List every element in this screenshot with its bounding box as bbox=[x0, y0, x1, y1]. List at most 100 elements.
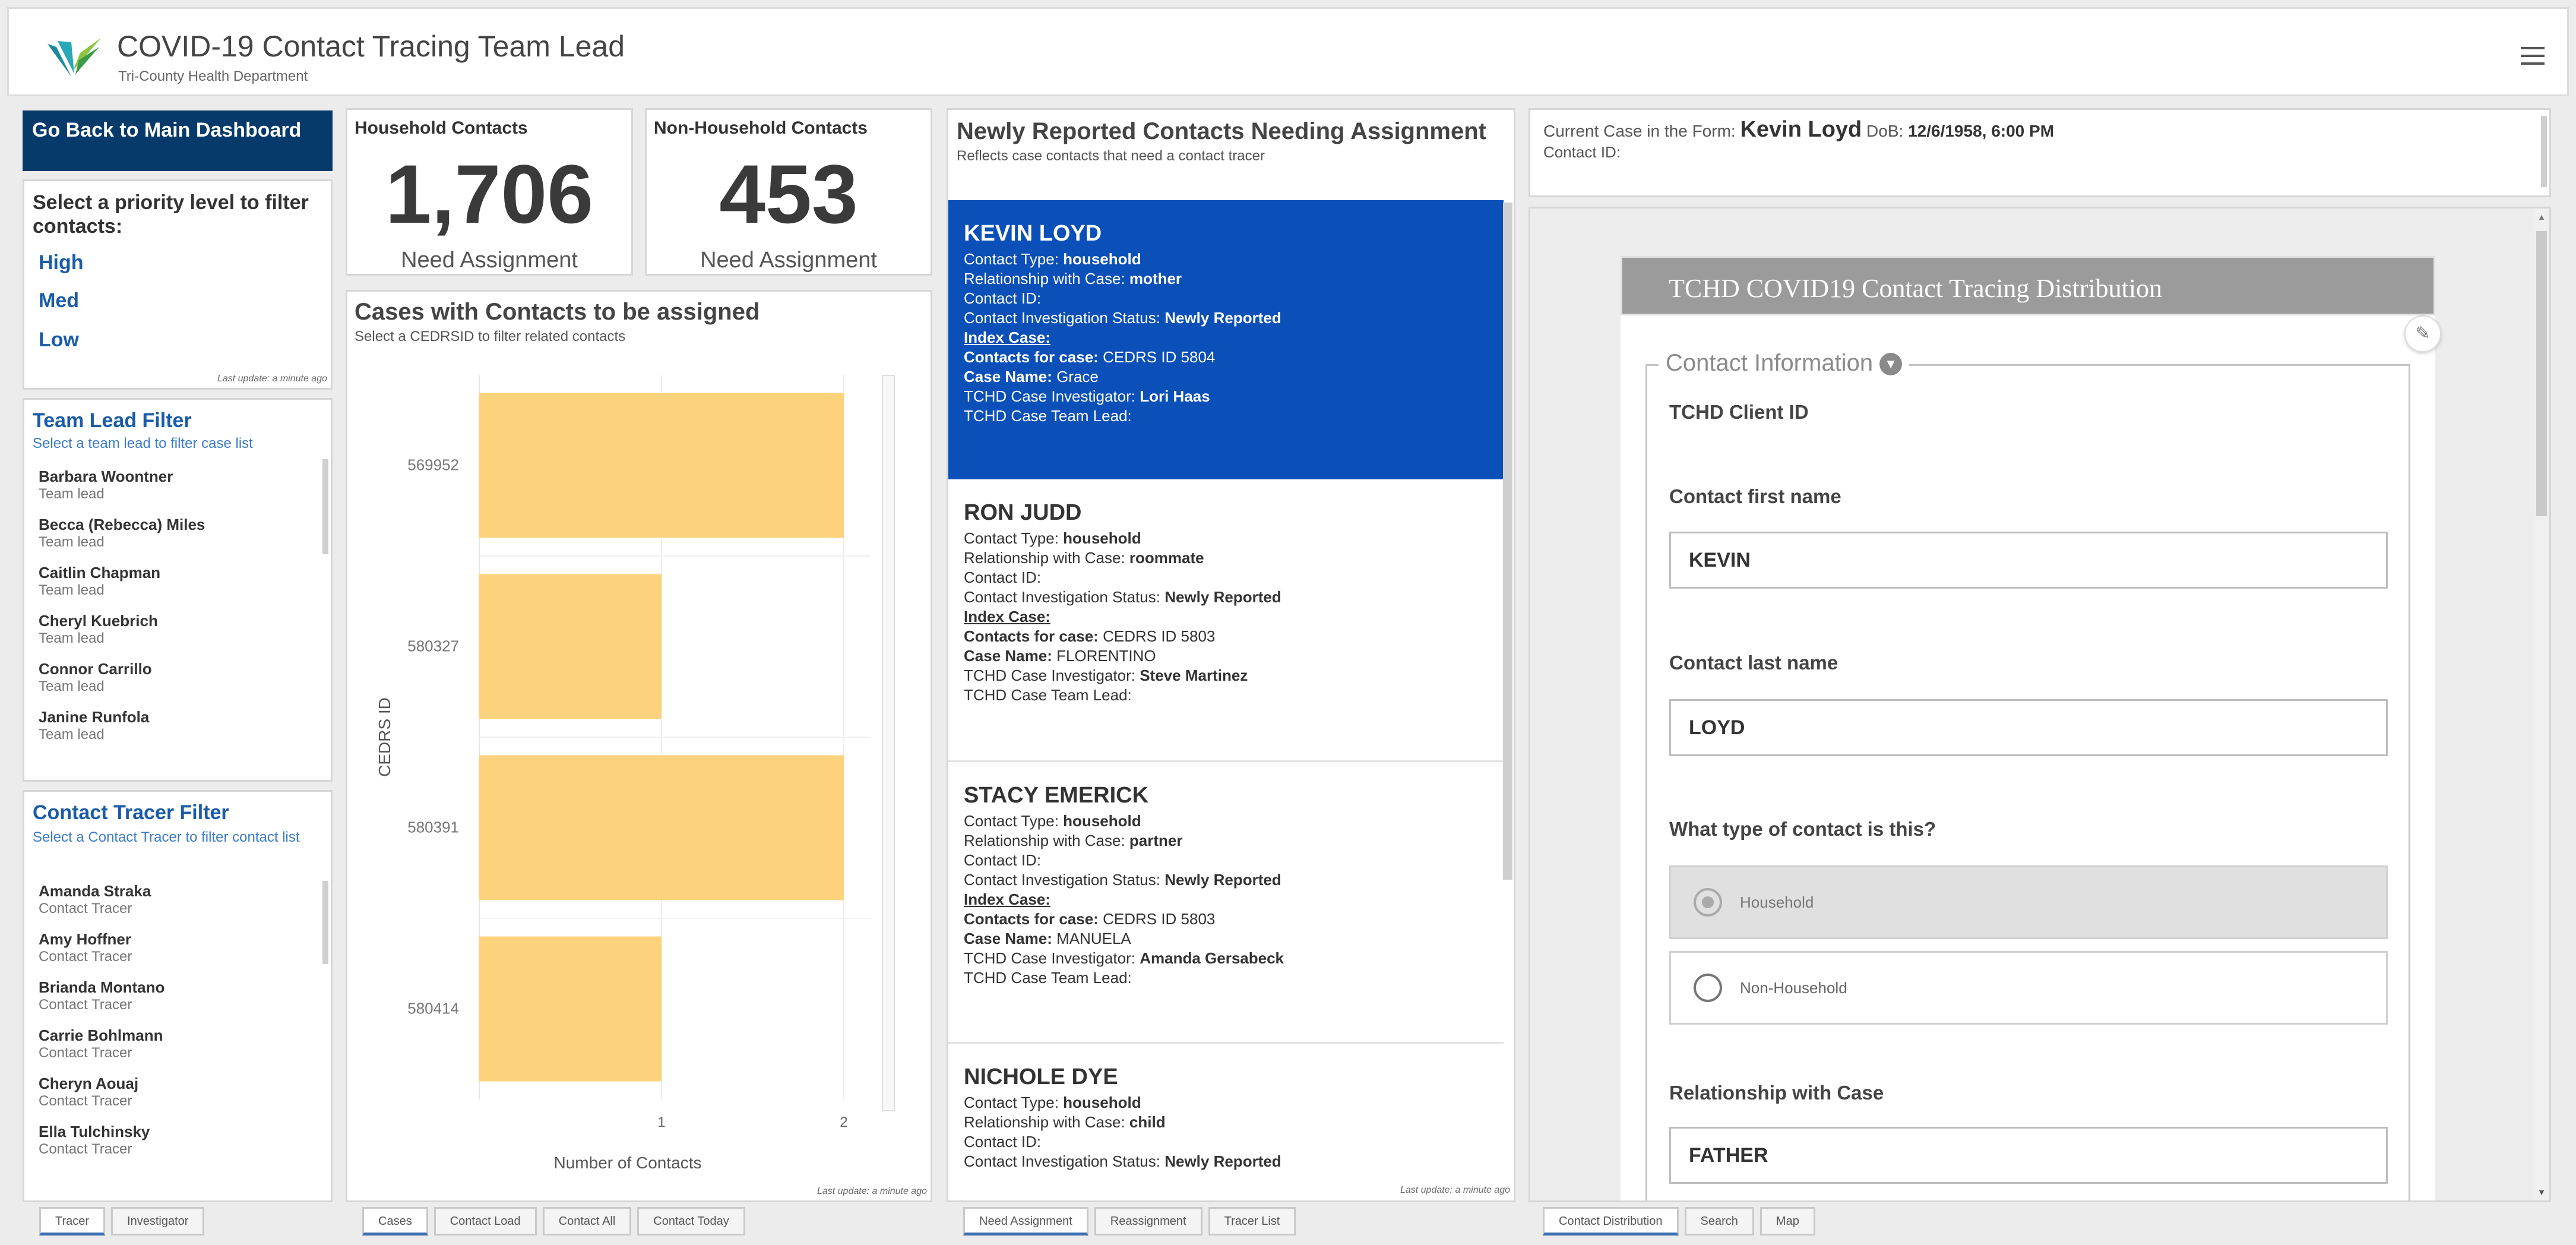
current-case-name: Kevin Loyd bbox=[1740, 117, 1862, 142]
scroll-up-arrow-icon[interactable]: ▲ bbox=[2534, 212, 2549, 222]
index-case-link[interactable]: Index Case: bbox=[964, 890, 1488, 909]
indicator-label: Need Assignment bbox=[700, 248, 877, 273]
tab-contact-all[interactable]: Contact All bbox=[542, 1207, 632, 1235]
y-tick-label: 580327 bbox=[407, 637, 459, 655]
chart-scrollbar[interactable] bbox=[882, 375, 895, 1111]
contact-name: KEVIN LOYD bbox=[964, 221, 1102, 246]
chart-bar bbox=[479, 393, 844, 538]
contact-card[interactable]: STACY EMERICK Contact Type: household Re… bbox=[948, 762, 1504, 1044]
contact-card[interactable]: RON JUDD Contact Type: household Relatio… bbox=[948, 479, 1504, 762]
back-button-label: Go Back to Main Dashboard bbox=[32, 119, 302, 141]
tab-map[interactable]: Map bbox=[1759, 1207, 1815, 1235]
tracer-filter-title: Contact Tracer Filter bbox=[33, 801, 229, 824]
contact-status-line: Contact Investigation Status: Newly Repo… bbox=[964, 1152, 1281, 1170]
household-contacts-indicator: Household Contacts 1,706 Need Assignment bbox=[346, 108, 633, 276]
tab-cases[interactable]: Cases bbox=[362, 1207, 428, 1235]
tab-contact-today[interactable]: Contact Today bbox=[637, 1207, 745, 1235]
index-case-link[interactable]: Index Case: bbox=[964, 607, 1488, 627]
relationship-field[interactable]: FATHER bbox=[1669, 1127, 2388, 1184]
team-lead-item[interactable]: Cheryl Kuebrich Team lead bbox=[39, 605, 324, 653]
priority-item-med[interactable]: Med bbox=[39, 289, 79, 312]
tracer-role: Contact Tracer bbox=[39, 1045, 132, 1061]
tracer-filter-subtitle: Select a Contact Tracer to filter contac… bbox=[33, 829, 300, 845]
index-case-link[interactable]: Index Case: bbox=[964, 328, 1488, 347]
team-lead-name: Caitlin Chapman bbox=[39, 564, 161, 582]
team-lead-item[interactable]: Barbara Woontner Team lead bbox=[39, 460, 324, 508]
section-title: Contact Information bbox=[1666, 350, 1874, 376]
form-scrollbar[interactable]: ▲ ▼ bbox=[2534, 208, 2549, 1200]
team-lead-filter-panel: Team Lead Filter Select a team lead to f… bbox=[23, 398, 333, 782]
team-lead-item[interactable]: Janine Runfola Team lead bbox=[39, 701, 324, 749]
first-name-field[interactable]: KEVIN bbox=[1669, 532, 2388, 589]
contact-id-line: Contact ID: bbox=[964, 568, 1042, 586]
tracer-name: Carrie Bohlmann bbox=[39, 1026, 163, 1044]
tab-tracer[interactable]: Tracer bbox=[39, 1207, 106, 1235]
team-lead-item[interactable]: Caitlin Chapman Team lead bbox=[39, 557, 324, 605]
contact-status-line: Contact Investigation Status: Newly Repo… bbox=[964, 871, 1281, 889]
dob-label: DoB: bbox=[1862, 122, 1909, 140]
tab-investigator[interactable]: Investigator bbox=[111, 1207, 205, 1235]
contact-id-line: Contact ID: bbox=[964, 851, 1042, 869]
last-name-value: LOYD bbox=[1689, 716, 1745, 739]
indicator-title: Non-Household Contacts bbox=[654, 118, 868, 138]
case-name-line: Case Name: FLORENTINO bbox=[964, 647, 1156, 665]
tracer-item[interactable]: Ella Tulchinsky Contact Tracer bbox=[39, 1116, 324, 1164]
tracer-item[interactable]: Carrie Bohlmann Contact Tracer bbox=[39, 1019, 324, 1067]
radio-non-household-option[interactable]: Non-Household bbox=[1669, 951, 2388, 1025]
tracer-role: Contact Tracer bbox=[39, 949, 132, 965]
app-header: COVID-19 Contact Tracing Team Lead Tri-C… bbox=[7, 7, 2569, 96]
tracer-item[interactable]: Brianda Montano Contact Tracer bbox=[39, 971, 324, 1019]
back-to-dashboard-button[interactable]: Go Back to Main Dashboard bbox=[23, 110, 333, 171]
contact-type-line: Contact Type: household bbox=[964, 250, 1141, 268]
last-update-text: Last update: a minute ago bbox=[817, 1186, 927, 1196]
scrollbar[interactable] bbox=[322, 881, 328, 964]
tracer-role: Contact Tracer bbox=[39, 1141, 132, 1157]
chart-subtitle: Select a CEDRSID to filter related conta… bbox=[355, 328, 626, 345]
tab-reassignment[interactable]: Reassignment bbox=[1094, 1207, 1202, 1235]
investigator-line: TCHD Case Investigator: Lori Haas bbox=[964, 387, 1210, 405]
priority-item-high[interactable]: High bbox=[39, 251, 84, 274]
non-household-contacts-indicator: Non-Household Contacts 453 Need Assignme… bbox=[645, 108, 932, 276]
contact-card[interactable]: NICHOLE DYE Contact Type: household Rela… bbox=[948, 1044, 1504, 1192]
chart-bar bbox=[479, 936, 662, 1082]
hamburger-icon[interactable] bbox=[2521, 47, 2545, 65]
tracer-item[interactable]: Cheryn Aouaj Contact Tracer bbox=[39, 1067, 324, 1116]
chart-bar bbox=[479, 755, 844, 900]
tab-contact-load[interactable]: Contact Load bbox=[433, 1207, 537, 1235]
team-lead-item[interactable]: Connor Carrillo Team lead bbox=[39, 653, 324, 701]
contact-name: NICHOLE DYE bbox=[964, 1064, 1118, 1089]
last-name-field[interactable]: LOYD bbox=[1669, 699, 2388, 756]
dob-value: 12/6/1958, 6:00 PM bbox=[1908, 122, 2055, 140]
tab-tracer-list[interactable]: Tracer List bbox=[1208, 1207, 1296, 1235]
chart-bar bbox=[479, 574, 662, 719]
tracer-item[interactable]: Amanda Straka Contact Tracer bbox=[39, 875, 324, 923]
team-lead-name: Janine Runfola bbox=[39, 708, 150, 726]
indicator-label: Need Assignment bbox=[401, 248, 578, 273]
contact-id-line: Contact ID: bbox=[964, 1133, 1042, 1151]
section-legend[interactable]: Contact Information ▼ bbox=[1659, 350, 1910, 377]
tracer-name: Cheryn Aouaj bbox=[39, 1075, 139, 1092]
tracer-item[interactable]: Amy Hoffner Contact Tracer bbox=[39, 923, 324, 971]
scrollbar[interactable] bbox=[2541, 116, 2547, 187]
team-lead-item[interactable]: Becca (Rebecca) Miles Team lead bbox=[39, 508, 324, 557]
tracer-name: Ella Tulchinsky bbox=[39, 1123, 150, 1140]
radio-non-household-label: Non-Household bbox=[1740, 978, 1847, 997]
priority-filter-title: Select a priority level to filter contac… bbox=[33, 191, 309, 238]
scroll-down-arrow-icon[interactable]: ▼ bbox=[2534, 1187, 2549, 1197]
scrollbar[interactable] bbox=[322, 459, 328, 554]
priority-item-low[interactable]: Low bbox=[39, 328, 79, 352]
contact-rel-line: Relationship with Case: partner bbox=[964, 832, 1183, 849]
scrollbar-thumb[interactable] bbox=[2536, 231, 2547, 516]
radio-selected-icon bbox=[1694, 888, 1722, 917]
form-banner-title: TCHD COVID19 Contact Tracing Distributio… bbox=[1669, 274, 2163, 303]
form-body: ✎ Contact Information ▼ TCHD Client ID C… bbox=[1621, 315, 2441, 1200]
edit-pencil-icon[interactable]: ✎ bbox=[2404, 315, 2441, 352]
tab-search[interactable]: Search bbox=[1684, 1207, 1754, 1235]
tab-contact-distribution[interactable]: Contact Distribution bbox=[1543, 1207, 1679, 1235]
radio-household-option[interactable]: Household bbox=[1669, 865, 2388, 939]
tracer-name: Brianda Montano bbox=[39, 978, 165, 996]
contact-card[interactable]: KEVIN LOYD Contact Type: household Relat… bbox=[948, 200, 1504, 479]
tab-need-assignment[interactable]: Need Assignment bbox=[963, 1207, 1088, 1235]
tracer-name: Amanda Straka bbox=[39, 882, 151, 900]
contacts-scrollbar[interactable] bbox=[1503, 203, 1512, 880]
